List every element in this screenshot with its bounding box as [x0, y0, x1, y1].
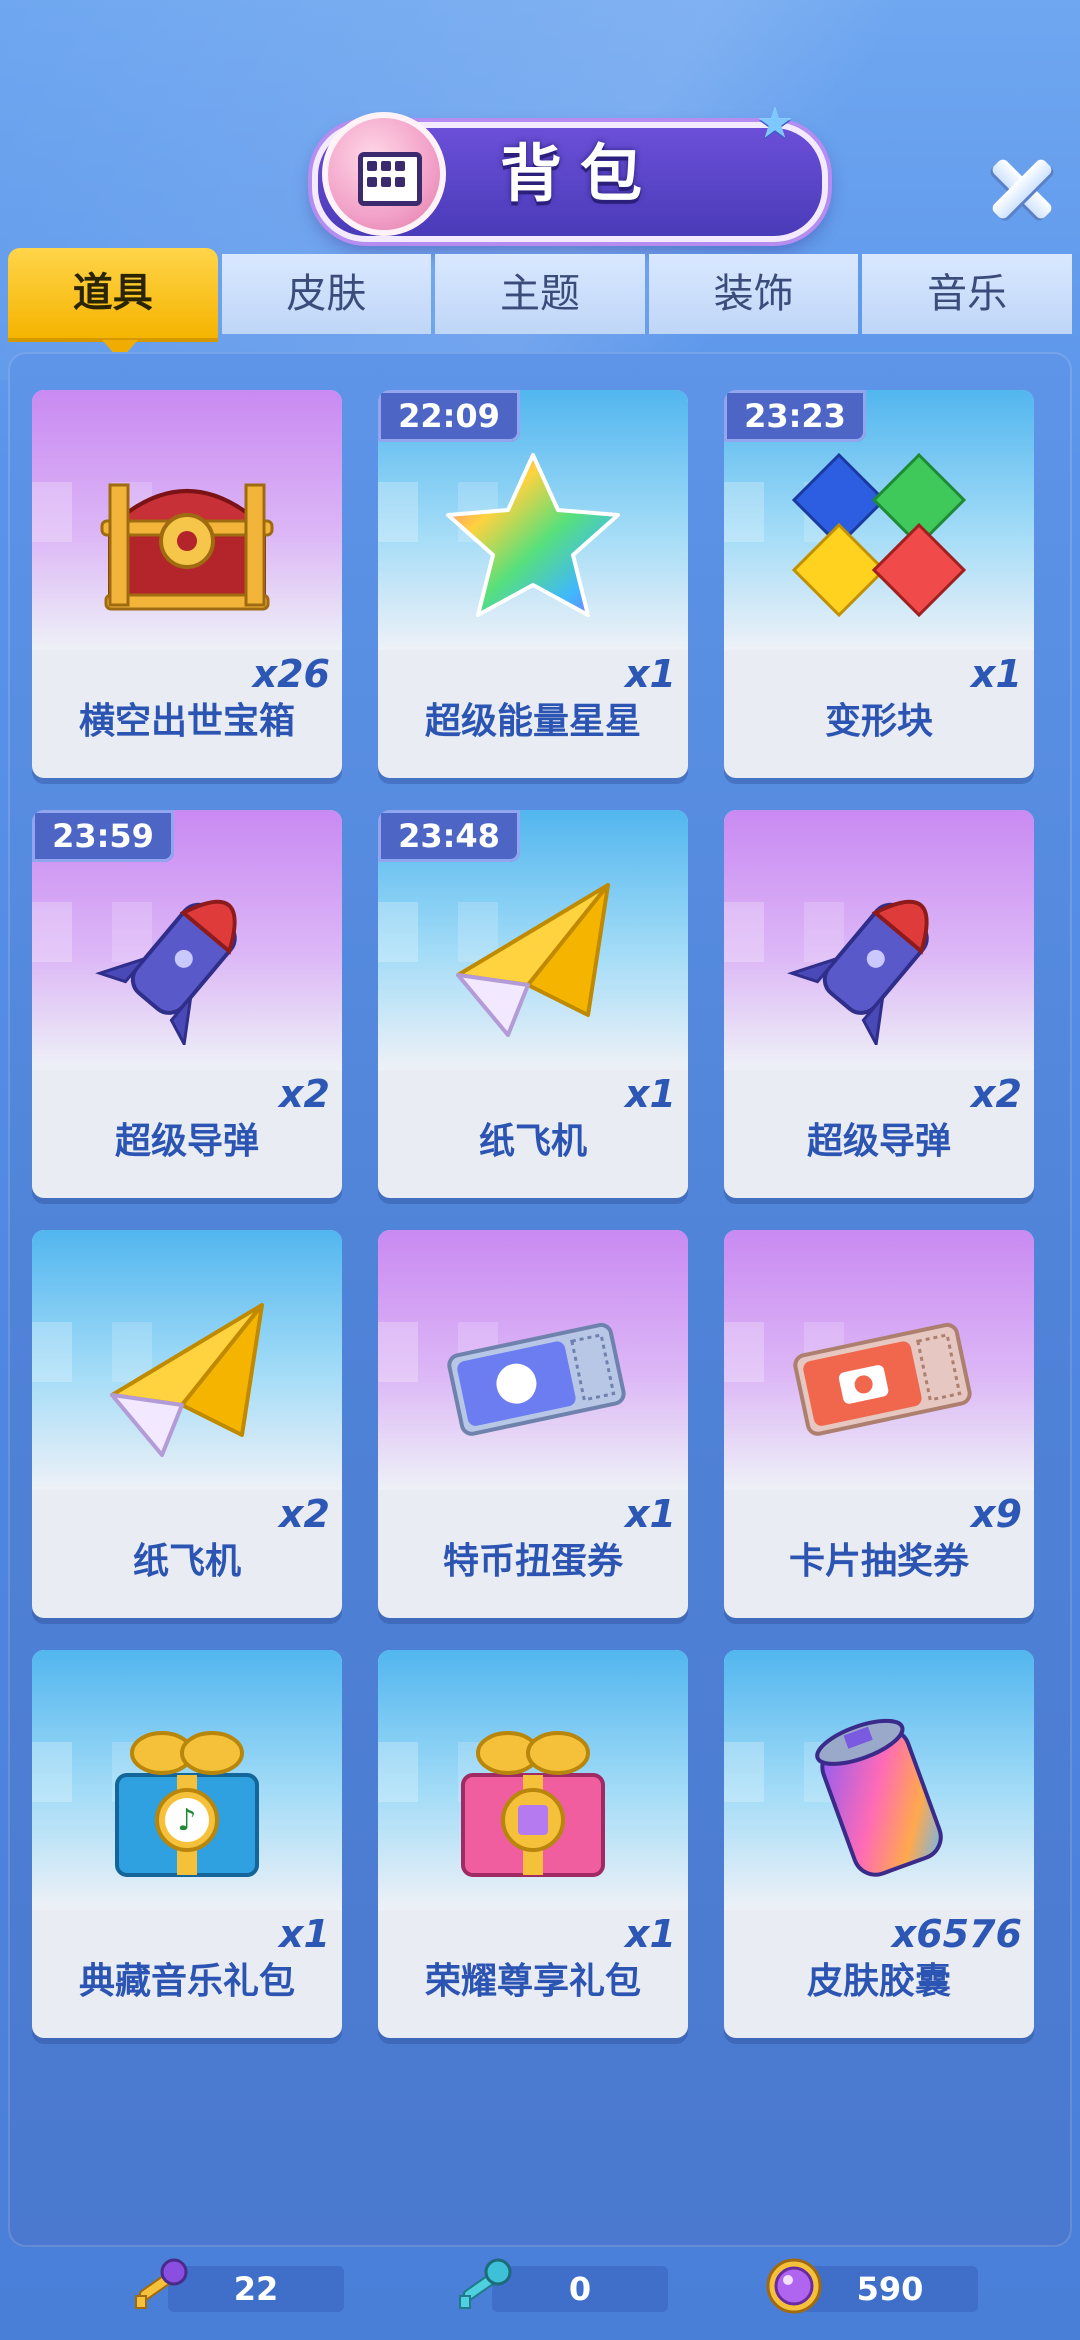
inventory-item[interactable]: x2 超级导弹 [724, 810, 1034, 1198]
page-title: 背包 [499, 137, 660, 210]
item-name: 典藏音乐礼包 [78, 1961, 295, 2002]
inventory-item[interactable]: 22:09 x1 超级能量星星 [378, 390, 688, 778]
currency-value: 0 [492, 2266, 668, 2312]
cyan-key-icon [459, 2258, 512, 2309]
missile-icon [787, 899, 929, 1045]
item-count: x1 [625, 1912, 676, 1956]
currency-value: 22 [168, 2266, 344, 2312]
item-name: 皮肤胶囊 [806, 1961, 951, 2002]
gem-balance: 590 [762, 2258, 978, 2316]
inventory-item[interactable]: x6576 皮肤胶囊 [724, 1650, 1034, 2038]
expiry-timer: 22:09 [378, 390, 520, 442]
tab-skins[interactable]: 皮肤 [221, 254, 432, 334]
color-blocks-icon [791, 452, 967, 618]
cyan-key-balance: 0 [452, 2258, 668, 2316]
item-count: x1 [625, 1072, 676, 1116]
item-count: x2 [971, 1072, 1022, 1116]
item-count: x1 [625, 1492, 676, 1536]
close-icon[interactable] [980, 146, 1064, 230]
item-name: 超级导弹 [114, 1121, 259, 1162]
item-count: x1 [279, 1912, 330, 1956]
item-name: 变形块 [824, 701, 933, 742]
inventory-item[interactable]: x1 特币扭蛋券 [378, 1230, 688, 1618]
rainbow-star-icon [446, 453, 620, 617]
item-name: 荣耀尊享礼包 [424, 1961, 641, 2002]
treasure-chest-icon [100, 483, 274, 611]
inventory-item[interactable]: x9 卡片抽奖券 [724, 1230, 1034, 1618]
star-icon: ★ [756, 98, 794, 147]
item-name: 特币扭蛋券 [442, 1541, 623, 1582]
item-count: x2 [279, 1492, 330, 1536]
inventory-item[interactable]: 23:48 x1 纸飞机 [378, 810, 688, 1198]
inventory-item[interactable]: 23:59 x2 超级导弹 [32, 810, 342, 1198]
inventory-item[interactable]: 23:23 x1 变形块 [724, 390, 1034, 778]
tab-themes[interactable]: 主题 [435, 254, 645, 334]
inventory-item[interactable]: x2 纸飞机 [32, 1230, 342, 1618]
expiry-timer: 23:59 [32, 810, 174, 862]
tab-music[interactable]: 音乐 [862, 254, 1072, 334]
coin-ticket-icon [447, 1322, 626, 1436]
item-name: 超级导弹 [806, 1121, 951, 1162]
inventory-item[interactable]: x1 荣耀尊享礼包 [378, 1650, 688, 2038]
item-count: x1 [971, 652, 1022, 696]
item-name: 纸飞机 [132, 1541, 241, 1582]
inventory-grid: x26 横空出世宝箱 22:09 x1 超级能量星星 23:23 x1 变形块 … [32, 390, 1048, 2038]
inventory-item[interactable]: x26 横空出世宝箱 [32, 390, 342, 778]
item-name: 横空出世宝箱 [78, 701, 295, 742]
item-count: x26 [252, 652, 330, 696]
item-name: 卡片抽奖券 [788, 1541, 969, 1582]
skin-capsule-icon [815, 1718, 943, 1877]
paper-plane-icon [456, 883, 610, 1037]
honor-gift-icon [461, 1731, 605, 1877]
expiry-timer: 23:23 [724, 390, 866, 442]
camera-ticket-icon [793, 1322, 972, 1436]
tab-decorations[interactable]: 装饰 [648, 254, 859, 334]
item-name: 超级能量星星 [424, 701, 641, 742]
svg-text:♪: ♪ [177, 1803, 196, 1838]
item-count: x6576 [891, 1912, 1022, 1956]
purple-key-icon [135, 2258, 188, 2309]
inventory-item[interactable]: ♪ x1 典藏音乐礼包 [32, 1650, 342, 2038]
purple-key-balance: 22 [128, 2258, 344, 2316]
item-count: x2 [279, 1072, 330, 1116]
missile-icon [95, 899, 237, 1045]
item-name: 纸飞机 [478, 1121, 587, 1162]
category-tabs: 道具 皮肤 主题 装饰 音乐 [8, 248, 1072, 360]
tab-items[interactable]: 道具 [8, 248, 218, 360]
expiry-timer: 23:48 [378, 810, 520, 862]
music-gift-icon: ♪ [115, 1731, 259, 1877]
paper-plane-icon [110, 1303, 264, 1457]
currency-value: 590 [802, 2266, 978, 2312]
backpack-icon [322, 112, 446, 236]
item-count: x9 [971, 1492, 1022, 1536]
item-count: x1 [625, 652, 676, 696]
gem-coin-icon [766, 2258, 822, 2314]
